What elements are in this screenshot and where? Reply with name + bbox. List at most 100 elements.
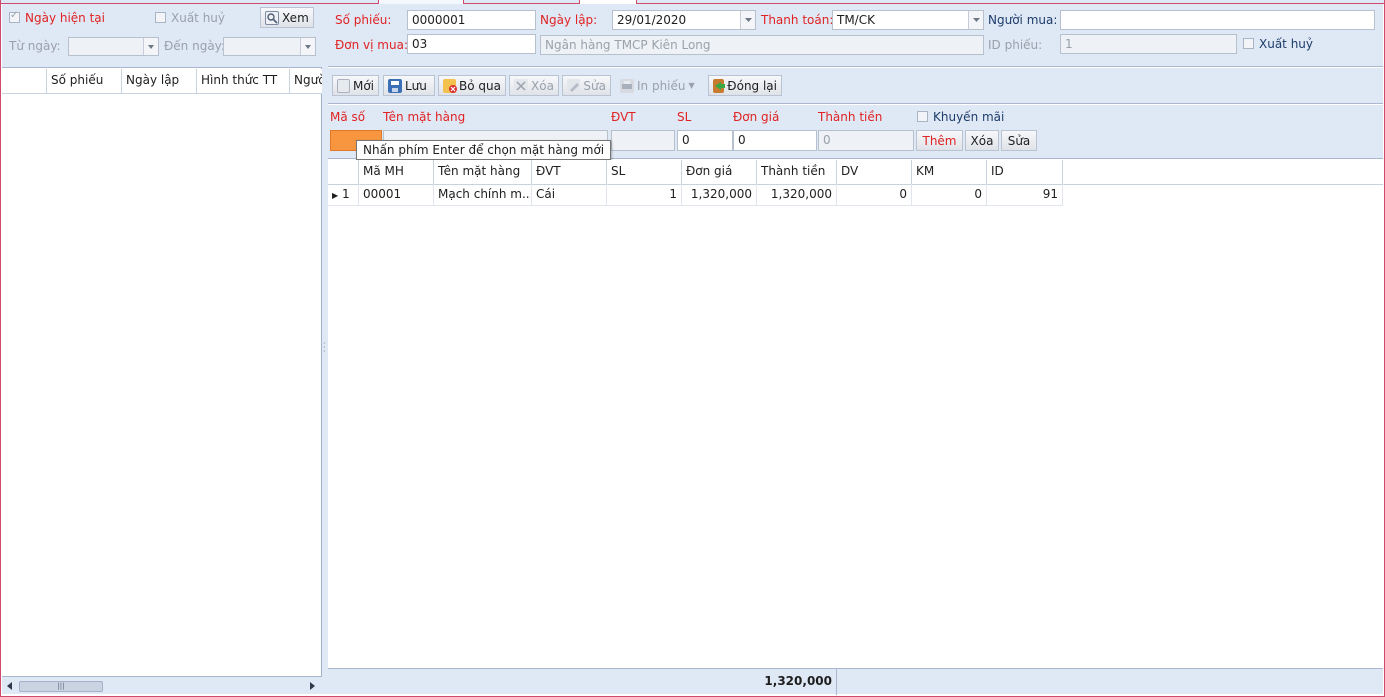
date-label: Ngày lập: — [540, 13, 598, 27]
col-qty[interactable]: SL — [607, 160, 682, 185]
voucher-no-label: Số phiếu: — [335, 13, 392, 27]
chevron-down-icon[interactable] — [740, 11, 755, 29]
col-amount[interactable]: Thành tiền — [757, 160, 837, 185]
total-amount: 1,320,000 — [757, 669, 837, 695]
col-dv[interactable]: DV — [837, 160, 912, 185]
unit-label: Đơn vị mua: — [335, 38, 409, 52]
cell-id[interactable]: 91 — [987, 184, 1063, 206]
cell-dv[interactable]: 0 — [837, 184, 912, 206]
delete-item-button[interactable]: Xóa — [965, 130, 999, 151]
save-button[interactable]: Lưu — [383, 75, 435, 96]
splitter-grip-icon: · · · — [323, 339, 326, 356]
id-field: 1 — [1060, 34, 1237, 54]
col-unit[interactable]: ĐVT — [532, 160, 607, 185]
chevron-down-icon[interactable] — [300, 38, 315, 55]
cancel-folder-icon — [443, 78, 457, 93]
printer-icon — [620, 78, 634, 93]
col-km[interactable]: KM — [912, 160, 987, 185]
item-price-input[interactable]: 0 — [733, 130, 817, 151]
payment-value: TM/CK — [837, 13, 875, 27]
payment-select[interactable]: TM/CK — [832, 10, 984, 30]
skip-button-label: Bỏ qua — [459, 78, 501, 93]
current-date-checkbox[interactable] — [9, 10, 20, 23]
delete-button-label: Xóa — [531, 78, 554, 93]
promo-checkbox[interactable] — [917, 111, 928, 122]
table-row[interactable]: ▶ 1 00001 Mạch chính m... Cái 1 1,320,00… — [328, 184, 1063, 206]
floppy-icon — [388, 78, 402, 93]
cell-item-code[interactable]: 00001 — [359, 184, 434, 206]
cell-price[interactable]: 1,320,000 — [682, 184, 757, 206]
item-amount-label: Thành tiền — [818, 110, 883, 124]
col-voucher-no[interactable]: Số phiếu — [47, 69, 122, 94]
cell-amount[interactable]: 1,320,000 — [757, 184, 837, 206]
cancelled-checkbox[interactable] — [1243, 38, 1254, 49]
id-label: ID phiếu: — [988, 38, 1043, 52]
view-button-label: Xem — [282, 10, 309, 25]
date-picker[interactable]: 29/01/2020 — [612, 10, 756, 30]
scroll-thumb[interactable]: ||| — [19, 681, 103, 692]
magnifier-icon — [265, 10, 279, 25]
cancelled-label: Xuất huỷ — [1259, 37, 1314, 51]
payment-label: Thanh toán: — [761, 13, 834, 27]
row-index: 1 — [341, 187, 350, 201]
item-amount-field: 0 — [818, 130, 914, 151]
cell-unit[interactable]: Cái — [532, 184, 607, 206]
list-filter: Ngày hiện tại Xuất huỷ Xem Từ ngày: Đến … — [2, 4, 322, 68]
from-date-picker[interactable] — [68, 37, 159, 56]
cancelled-filter-checkbox[interactable] — [155, 12, 166, 23]
from-date-label: Từ ngày: — [9, 39, 61, 53]
cell-item-name[interactable]: Mạch chính m... — [434, 184, 532, 206]
toolbar: Mới Lưu Bỏ qua Xóa Sửa In phiếu ▼ Đóng l… — [328, 68, 1383, 104]
current-date-label: Ngày hiện tại — [25, 11, 105, 25]
edit-item-button[interactable]: Sửa — [1001, 130, 1037, 151]
delete-icon — [514, 78, 528, 93]
voucher-detail-panel: Số phiếu: 0000001 Ngày lập: 29/01/2020 T… — [328, 4, 1383, 695]
print-button[interactable]: In phiếu ▼ — [615, 75, 703, 96]
item-price-label: Đơn giá — [733, 110, 780, 124]
row-pointer-icon: ▶ — [332, 191, 339, 200]
scroll-left-icon[interactable] — [7, 682, 12, 690]
edit-icon — [567, 78, 581, 93]
buyer-input[interactable] — [1060, 10, 1375, 30]
add-item-button[interactable]: Thêm — [916, 130, 963, 151]
print-button-label: In phiếu — [637, 78, 686, 93]
promo-label: Khuyến mãi — [933, 110, 1005, 124]
enter-hint-tooltip: Nhấn phím Enter để chọn mặt hàng mới — [356, 140, 612, 160]
col-item-code[interactable]: Mã MH — [359, 160, 434, 185]
horizontal-scrollbar[interactable]: ||| — [2, 676, 322, 694]
col-date[interactable]: Ngày lập — [122, 69, 197, 94]
col-payment-type[interactable]: Hình thức TT — [197, 69, 290, 94]
voucher-list-panel: Ngày hiện tại Xuất huỷ Xem Từ ngày: Đến … — [2, 4, 322, 694]
unit-name-field: Ngân hàng TMCP Kiên Long — [540, 35, 984, 55]
new-doc-icon — [337, 78, 350, 93]
voucher-no-input[interactable]: 0000001 — [407, 10, 536, 30]
col-price[interactable]: Đơn giá — [682, 160, 757, 185]
unit-code-input[interactable]: 03 — [407, 34, 536, 54]
close-button-label: Đóng lại — [727, 78, 777, 93]
chevron-down-icon[interactable] — [968, 11, 983, 29]
new-button[interactable]: Mới — [332, 75, 379, 96]
col-id[interactable]: ID — [987, 160, 1063, 185]
voucher-header-form: Số phiếu: 0000001 Ngày lập: 29/01/2020 T… — [328, 4, 1383, 67]
item-qty-label: SL — [677, 110, 692, 124]
item-unit-field — [611, 130, 675, 151]
new-button-label: Mới — [352, 78, 374, 93]
chevron-down-icon[interactable] — [143, 38, 158, 55]
item-qty-input[interactable]: 0 — [677, 130, 733, 151]
edit-button-label: Sửa — [583, 78, 606, 93]
scroll-right-icon[interactable] — [310, 682, 315, 690]
voucher-list-header: Số phiếu Ngày lập Hình thức TT Người — [2, 69, 322, 94]
col-buyer[interactable]: Người — [290, 69, 322, 94]
skip-button[interactable]: Bỏ qua — [438, 75, 506, 96]
cell-km[interactable]: 0 — [912, 184, 987, 206]
row-indicator[interactable]: ▶ 1 — [328, 184, 359, 206]
cell-qty[interactable]: 1 — [607, 184, 682, 206]
close-button[interactable]: Đóng lại — [708, 75, 782, 96]
to-date-picker[interactable] — [223, 37, 316, 56]
edit-button[interactable]: Sửa — [562, 75, 611, 96]
delete-button[interactable]: Xóa — [509, 75, 559, 96]
buyer-label: Người mua: — [988, 13, 1058, 27]
chevron-down-icon[interactable]: ▼ — [689, 81, 695, 90]
col-item-name[interactable]: Tên mặt hàng — [434, 160, 532, 185]
view-button[interactable]: Xem — [260, 7, 314, 28]
